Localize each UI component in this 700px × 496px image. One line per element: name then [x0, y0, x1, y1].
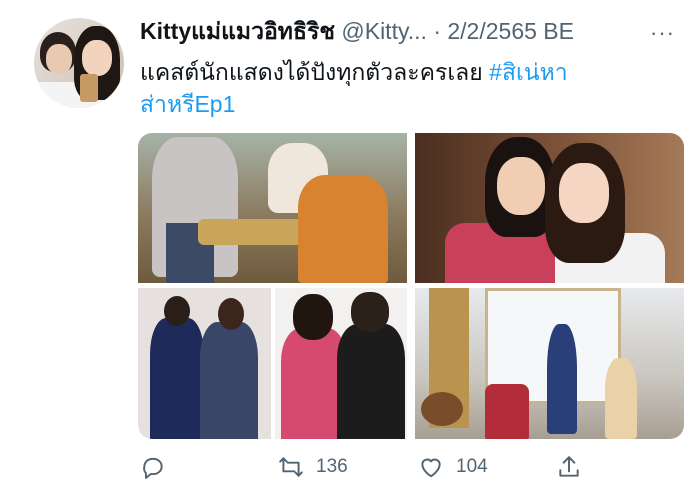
- avatar-drink-cup: [80, 74, 98, 102]
- retweet-icon: [279, 457, 303, 477]
- photo-head: [351, 292, 389, 332]
- photo-chair: [485, 384, 529, 439]
- reply-icon: [143, 457, 163, 479]
- like-button[interactable]: 104: [418, 452, 488, 482]
- tweet-text: แคสต์นักแสดงได้ปังทุกตัวละครเลย #สิเน่หา…: [140, 56, 640, 120]
- action-bar: 136 104: [138, 452, 684, 482]
- avatar-face-right: [82, 40, 112, 76]
- photo-head: [218, 298, 244, 330]
- media-photo-1[interactable]: [138, 133, 407, 283]
- share-icon: [559, 456, 579, 477]
- photo-face: [559, 163, 609, 223]
- photo-figure: [298, 175, 388, 283]
- avatar[interactable]: [34, 18, 124, 108]
- like-icon: [421, 458, 441, 478]
- photo-head: [164, 296, 190, 326]
- share-button[interactable]: [556, 452, 582, 482]
- like-count: 104: [456, 456, 488, 477]
- avatar-face-left: [46, 44, 72, 74]
- separator-dot: ·: [433, 18, 441, 44]
- display-name[interactable]: Kittyแม่แมวอิทธิริช: [140, 18, 335, 44]
- retweet-count: 136: [316, 456, 348, 477]
- photo-face: [497, 157, 545, 215]
- photo-figure: [337, 324, 405, 439]
- media-photo-5[interactable]: [415, 288, 684, 439]
- photo-head: [293, 294, 333, 340]
- photo-figure: [200, 322, 258, 439]
- photo-figure: [605, 358, 637, 439]
- media-photo-2[interactable]: [415, 133, 684, 283]
- media-grid: [138, 133, 684, 439]
- tweet-date[interactable]: 2/2/2565 BE: [447, 18, 574, 44]
- retweet-button[interactable]: 136: [278, 452, 348, 482]
- tweet-header: Kittyแม่แมวอิทธิริช @Kitty... · 2/2/2565…: [140, 16, 574, 46]
- media-photo-4[interactable]: [275, 288, 407, 439]
- reply-button[interactable]: [140, 452, 178, 482]
- media-photo-3[interactable]: [138, 288, 271, 439]
- photo-figure: [547, 324, 577, 434]
- photo-flowers: [421, 392, 463, 426]
- more-icon[interactable]: ···: [650, 20, 675, 46]
- tweet-body: แคสต์นักแสดงได้ปังทุกตัวละครเลย: [140, 59, 490, 85]
- tweet[interactable]: Kittyแม่แมวอิทธิริช @Kitty... · 2/2/2565…: [0, 0, 700, 496]
- user-handle[interactable]: @Kitty...: [341, 18, 427, 44]
- photo-figure: [150, 318, 204, 439]
